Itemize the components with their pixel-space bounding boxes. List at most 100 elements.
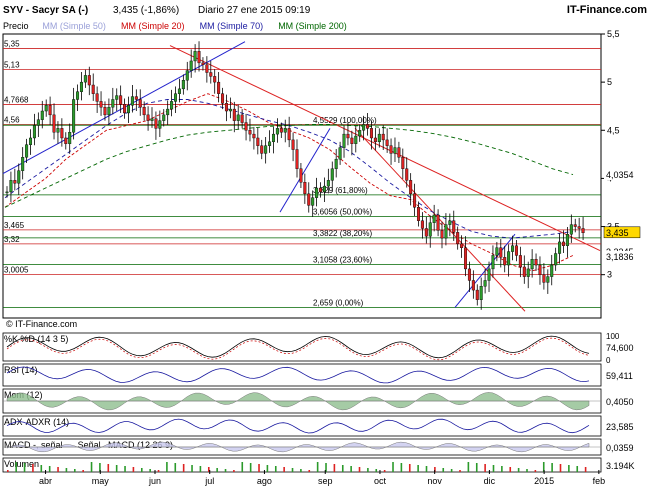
fib-label-2: 3,6056 (50,00%): [313, 207, 372, 216]
volume-bar-108: [459, 470, 461, 472]
candle-body-63: [252, 133, 256, 139]
candle-body-75: [299, 168, 303, 183]
candle-body-127: [503, 257, 507, 266]
panel-tick-top-%K: 100: [606, 332, 620, 341]
chart-svg: SYV - Sacyr SA (-) 3,435 (-1,86%) Diario 2…: [2, 4, 647, 486]
candle-body-45: [181, 80, 185, 90]
candle-body-46: [185, 70, 189, 81]
xtick-label-4: ago: [257, 476, 272, 486]
candle-body-5: [25, 144, 29, 158]
candle-body-11: [48, 105, 52, 116]
candle-body-137: [542, 274, 546, 283]
level-label-5: 3,32: [4, 235, 20, 244]
candle-body-47: [189, 60, 193, 71]
candle-body-42: [170, 101, 174, 110]
volume-bar-98: [417, 465, 419, 472]
volume-bar-30: [132, 467, 135, 472]
volume-bar-86: [367, 468, 369, 472]
price-badge-label-0: 4,0354: [606, 170, 634, 180]
candle-body-54: [217, 81, 221, 94]
candle-body-125: [495, 247, 499, 256]
candle-body-16: [68, 131, 72, 144]
volume-bar-46: [199, 466, 202, 472]
candle-body-121: [479, 286, 483, 300]
candle-body-35: [142, 106, 146, 116]
candle-body-56: [224, 103, 228, 112]
candle-body-29: [119, 95, 123, 105]
candle-body-120: [475, 289, 479, 300]
legend-item-1: MM (Simple 50): [42, 21, 106, 31]
candle-body-130: [514, 245, 518, 256]
panel-label2-ADX: ADXR (14): [26, 417, 70, 427]
candle-body-109: [432, 214, 436, 223]
candle-body-136: [538, 264, 542, 275]
candle-body-105: [416, 207, 420, 221]
candle-body-7: [32, 125, 36, 139]
panel-value-ADX: 23,585: [606, 422, 634, 432]
volume-bar-114: [484, 464, 486, 472]
volume-bar-70: [300, 469, 302, 472]
volume-bar-34: [149, 469, 151, 472]
candle-body-68: [271, 133, 275, 143]
volume-bar-78: [333, 464, 336, 472]
volume-bar-2: [15, 462, 17, 472]
candle-body-72: [287, 128, 291, 141]
volume-bar-130: [551, 463, 553, 472]
candle-body-4: [21, 157, 25, 171]
candle-body-64: [256, 137, 260, 146]
panel-value-Volumen: 3.194K: [606, 461, 635, 471]
candle-body-141: [558, 241, 562, 254]
candle-body-55: [221, 93, 225, 104]
volume-bar-12: [57, 467, 59, 472]
candle-body-51: [205, 64, 209, 73]
candle-body-124: [491, 255, 495, 270]
candle-body-67: [268, 141, 272, 146]
xtick-label-0: abr: [39, 476, 52, 486]
candle-body-8: [36, 119, 40, 126]
level-label-4: 3,465: [4, 221, 25, 230]
candle-body-93: [369, 128, 373, 139]
candle-body-129: [511, 245, 515, 252]
candle-body-104: [413, 193, 417, 208]
candle-body-133: [526, 268, 530, 277]
volume-bar-124: [526, 469, 528, 472]
volume-bar-104: [442, 468, 445, 472]
candle-body-118: [467, 268, 471, 281]
volume-bar-36: [157, 470, 160, 472]
candle-body-15: [64, 137, 68, 144]
candle-body-147: [581, 228, 585, 234]
candle-body-100: [397, 147, 401, 158]
candle-body-79: [315, 187, 319, 198]
candle-body-135: [534, 259, 538, 266]
candle-body-32: [130, 96, 134, 106]
volume-bar-74: [316, 462, 319, 472]
panel-frame-RSI: [2, 363, 602, 387]
volume-bar-110: [467, 462, 470, 472]
xtick-label-7: nov: [427, 476, 442, 486]
volume-bar-20: [90, 462, 93, 472]
candle-body-86: [342, 133, 346, 148]
volume-bar-28: [124, 466, 126, 472]
candle-body-91: [362, 124, 366, 131]
candle-body-65: [260, 145, 264, 154]
volume-bar-42: [182, 464, 185, 472]
candle-body-95: [377, 133, 381, 143]
xtick-label-6: oct: [374, 476, 387, 486]
candle-body-24: [99, 101, 103, 108]
candle-body-61: [244, 122, 248, 131]
candle-body-99: [393, 147, 397, 154]
candle-body-14: [60, 128, 64, 139]
candle-body-30: [123, 104, 127, 114]
level-label-1: 5,13: [4, 61, 20, 70]
volume-bar-60: [258, 464, 260, 472]
volume-bar-44: [191, 465, 193, 472]
candle-body-58: [232, 108, 236, 121]
candle-body-103: [409, 180, 413, 195]
panel-frame-ADX: [2, 415, 602, 437]
volume-bar-106: [450, 469, 453, 472]
candle-body-74: [295, 149, 299, 169]
xtick-label-2: jun: [148, 476, 161, 486]
candle-body-82: [326, 180, 330, 187]
panel-value-MACD: 0,0359: [606, 443, 634, 453]
candle-body-13: [56, 128, 60, 133]
